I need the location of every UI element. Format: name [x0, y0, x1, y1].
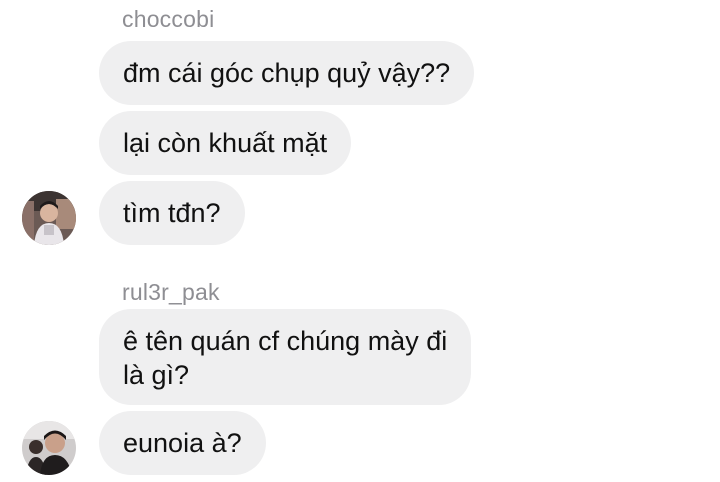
- message-bubble[interactable]: eunoia à?: [99, 411, 266, 475]
- message-bubble[interactable]: lại còn khuất mặt: [99, 111, 352, 175]
- message-text: eunoia à?: [123, 428, 242, 458]
- message-text: đm cái góc chụp quỷ vậy??: [123, 58, 451, 88]
- message-text: tìm tđn?: [123, 198, 221, 228]
- avatar-photo: [22, 421, 76, 475]
- message-bubble[interactable]: ê tên quán cf chúng mày đi là gì?: [99, 309, 472, 405]
- message-bubble[interactable]: đm cái góc chụp quỷ vậy??: [99, 41, 475, 105]
- message-bubble[interactable]: tìm tđn?: [99, 181, 245, 245]
- message-text-line: là gì?: [123, 360, 190, 390]
- avatar-photo: [22, 191, 76, 245]
- sender-username[interactable]: rul3r_pak: [122, 279, 220, 306]
- user-avatar-icon[interactable]: [22, 191, 76, 245]
- sender-username[interactable]: choccobi: [122, 6, 214, 33]
- user-avatar-icon[interactable]: [22, 421, 76, 475]
- message-text-line: ê tên quán cf chúng mày đi: [123, 326, 448, 356]
- message-text: lại còn khuất mặt: [123, 128, 328, 158]
